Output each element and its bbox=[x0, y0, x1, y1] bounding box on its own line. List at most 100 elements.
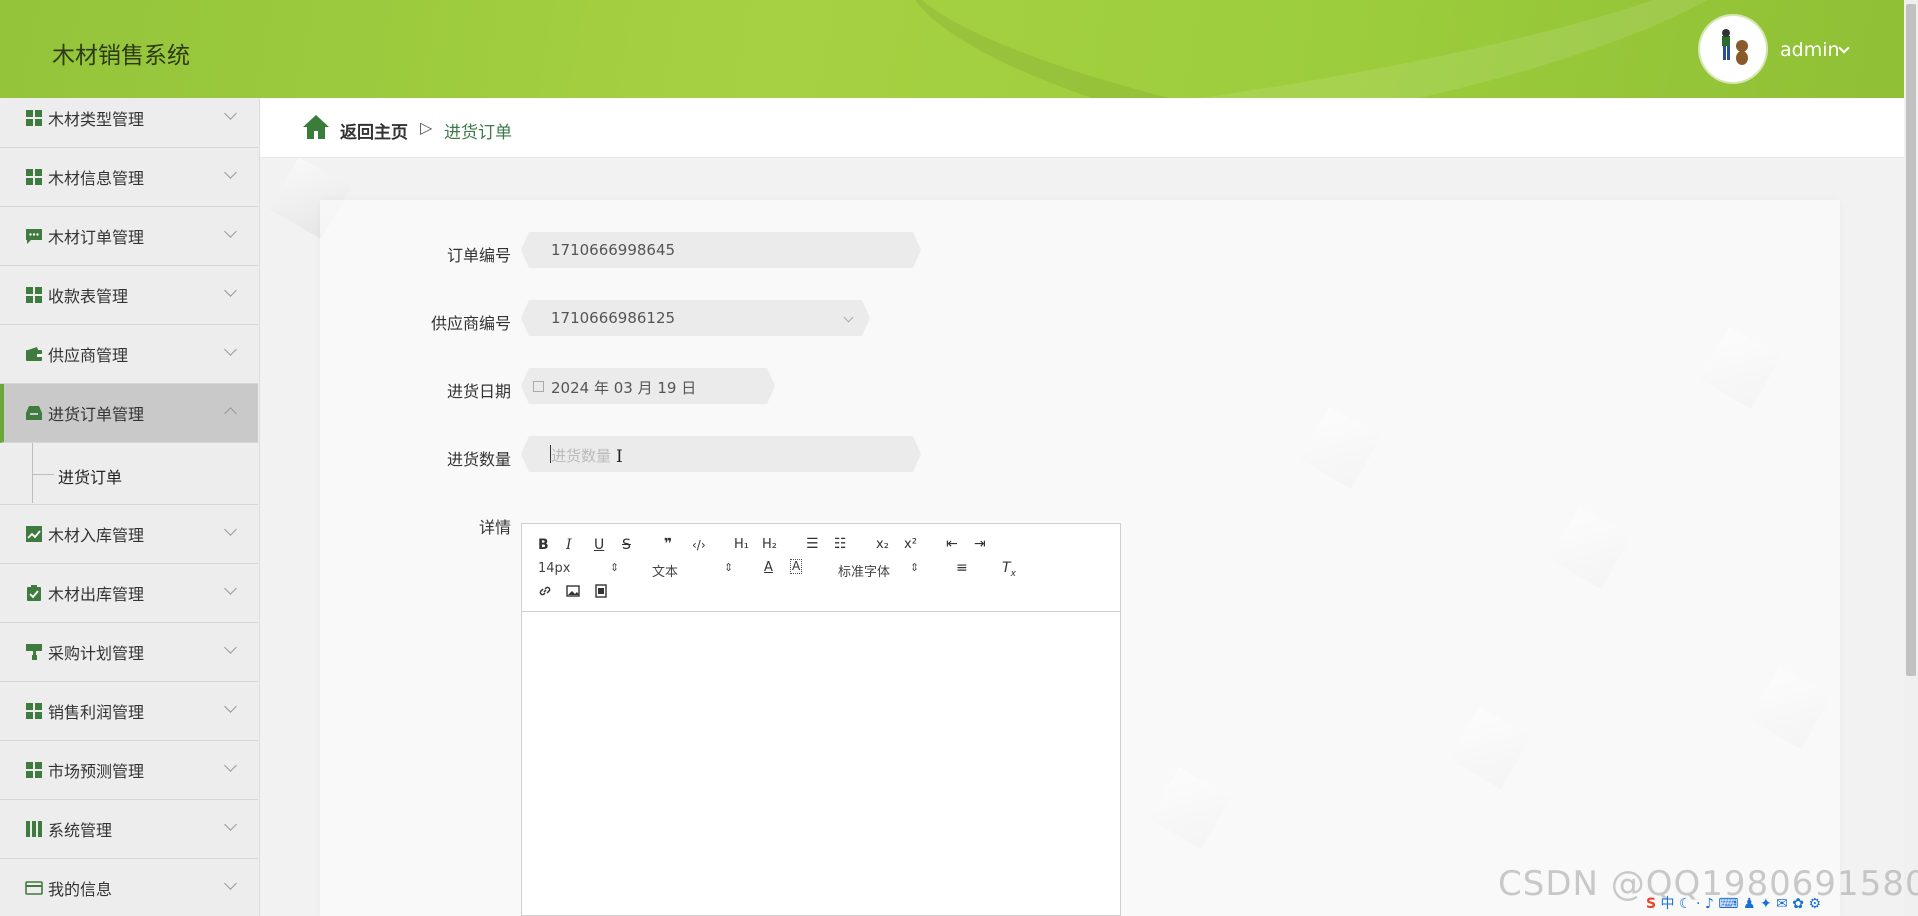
background-color-icon[interactable]: A bbox=[790, 559, 803, 574]
sidebar: 木材类型管理 木材信息管理 木材订单管理 收款表管理 供应商管理 进货订单管理 … bbox=[0, 98, 260, 916]
grid-icon bbox=[26, 762, 42, 778]
ime-toolbar[interactable]: S 中 ☾ · ♪ ⌨ ♟ ✦ ✉ ✿ ⚙ bbox=[1646, 893, 1904, 915]
sidebar-subitem-purchase-order[interactable]: 进货订单 bbox=[0, 443, 258, 505]
avatar[interactable] bbox=[1700, 16, 1766, 82]
link-icon[interactable] bbox=[538, 584, 552, 603]
chevron-down-icon bbox=[224, 523, 237, 536]
sidebar-item-system[interactable]: 系统管理 bbox=[0, 800, 258, 859]
rich-text-editor[interactable]: B I U S ❞ ‹/› H₁ H₂ ☰ ☷ x₂ x² ⇤ ⇥ 14px 文… bbox=[521, 523, 1121, 916]
paragraph-select[interactable]: 文本 bbox=[652, 561, 733, 580]
video-icon[interactable] bbox=[594, 584, 608, 603]
sidebar-item-label: 收款表管理 bbox=[48, 287, 129, 306]
chevron-down-icon bbox=[224, 641, 237, 654]
sidebar-item-sales-profit[interactable]: 销售利润管理 bbox=[0, 682, 258, 741]
sidebar-item-label: 我的信息 bbox=[48, 880, 113, 899]
chevron-down-icon bbox=[224, 107, 237, 120]
home-icon[interactable] bbox=[302, 114, 330, 140]
user-name[interactable]: admin bbox=[1780, 39, 1840, 61]
sidebar-item-label: 木材订单管理 bbox=[48, 228, 145, 247]
tree-line bbox=[32, 443, 33, 503]
chevron-down-icon bbox=[224, 759, 237, 772]
date-value: 2024 年 03 月 19 日 bbox=[551, 379, 697, 397]
sidebar-item-label: 采购计划管理 bbox=[48, 644, 145, 663]
order-no-value: 1710666998645 bbox=[551, 241, 676, 259]
sidebar-item-wood-type[interactable]: 木材类型管理 bbox=[0, 98, 258, 148]
quantity-input[interactable]: 进货数量 bbox=[521, 436, 921, 472]
italic-icon[interactable]: I bbox=[566, 536, 572, 554]
font-size-select[interactable]: 14px bbox=[538, 561, 618, 576]
sogou-icon: S bbox=[1646, 896, 1657, 912]
chevron-down-icon bbox=[224, 225, 237, 238]
sidebar-item-payment[interactable]: 收款表管理 bbox=[0, 266, 258, 325]
app-title: 木材销售系统 bbox=[52, 43, 190, 69]
sidebar-item-label: 木材入库管理 bbox=[48, 526, 145, 545]
quantity-placeholder: 进货数量 bbox=[551, 447, 612, 465]
inbox-icon bbox=[26, 406, 42, 420]
calendar-icon bbox=[533, 381, 544, 392]
text-cursor-icon: I bbox=[616, 447, 623, 467]
chat-icon bbox=[26, 229, 42, 244]
sidebar-item-wood-order[interactable]: 木材订单管理 bbox=[0, 207, 258, 266]
clear-format-icon[interactable]: Tx bbox=[1002, 559, 1016, 583]
font-color-icon[interactable]: A bbox=[764, 559, 773, 577]
indent-icon[interactable]: ⇥ bbox=[974, 535, 986, 553]
card-icon bbox=[25, 881, 43, 895]
sidebar-item-stock-in[interactable]: 木材入库管理 bbox=[0, 505, 258, 564]
bold-icon[interactable]: B bbox=[538, 536, 549, 554]
sidebar-item-purchase-plan[interactable]: 采购计划管理 bbox=[0, 623, 258, 682]
sidebar-item-label: 供应商管理 bbox=[48, 346, 129, 365]
breadcrumb-separator: ▷ bbox=[420, 118, 433, 137]
blockquote-icon[interactable]: ❞ bbox=[664, 535, 672, 553]
underline-icon[interactable]: U bbox=[594, 536, 604, 554]
superscript-icon[interactable]: x² bbox=[904, 536, 917, 554]
quantity-label: 进货数量 bbox=[446, 450, 511, 469]
grid-icon bbox=[26, 703, 42, 719]
chevron-down-icon bbox=[844, 313, 854, 323]
outdent-icon[interactable]: ⇤ bbox=[946, 535, 958, 553]
sidebar-item-market-forecast[interactable]: 市场预测管理 bbox=[0, 741, 258, 800]
code-icon[interactable]: ‹/› bbox=[692, 536, 706, 554]
image-icon[interactable] bbox=[566, 584, 580, 603]
chevron-down-icon bbox=[224, 166, 237, 179]
sidebar-subitem-label: 进货订单 bbox=[58, 468, 123, 487]
sidebar-item-label: 木材信息管理 bbox=[48, 169, 145, 188]
chevron-down-icon bbox=[224, 818, 237, 831]
breadcrumb-current: 进货订单 bbox=[444, 123, 512, 143]
order-no-field[interactable]: 1710666998645 bbox=[521, 232, 921, 268]
top-header bbox=[0, 0, 1918, 98]
breadcrumb-home-link[interactable]: 返回主页 bbox=[340, 118, 408, 143]
align-icon[interactable]: ≡ bbox=[956, 559, 968, 577]
ime-mode: 中 bbox=[1660, 896, 1675, 912]
bullet-list-icon[interactable]: ☷ bbox=[834, 535, 847, 553]
wallet-icon bbox=[26, 347, 42, 361]
columns-icon bbox=[26, 821, 42, 837]
sidebar-item-label: 销售利润管理 bbox=[48, 703, 145, 722]
heading1-icon[interactable]: H₁ bbox=[734, 536, 749, 554]
date-picker[interactable]: 2024 年 03 月 19 日 bbox=[521, 368, 775, 404]
strikethrough-icon[interactable]: S bbox=[622, 536, 631, 554]
supplier-no-value: 1710666986125 bbox=[551, 309, 676, 327]
chevron-down-icon bbox=[224, 582, 237, 595]
order-no-label: 订单编号 bbox=[446, 246, 511, 265]
supplier-no-select[interactable]: 1710666986125 bbox=[521, 300, 870, 336]
sidebar-item-wood-info[interactable]: 木材信息管理 bbox=[0, 148, 258, 207]
sidebar-item-label: 进货订单管理 bbox=[48, 405, 145, 424]
chevron-down-icon bbox=[224, 700, 237, 713]
sidebar-item-label: 系统管理 bbox=[48, 821, 113, 840]
scrollbar-thumb[interactable] bbox=[1906, 4, 1916, 676]
sidebar-item-supplier[interactable]: 供应商管理 bbox=[0, 325, 258, 384]
date-label: 进货日期 bbox=[446, 382, 511, 401]
supplier-no-label: 供应商编号 bbox=[430, 314, 511, 333]
heading2-icon[interactable]: H₂ bbox=[762, 536, 777, 554]
paint-roller-icon bbox=[26, 644, 42, 660]
sidebar-item-my-info[interactable]: 我的信息 bbox=[0, 859, 258, 916]
sidebar-item-purchase-order[interactable]: 进货订单管理 bbox=[0, 384, 258, 443]
details-label: 详情 bbox=[478, 518, 511, 537]
ordered-list-icon[interactable]: ☰ bbox=[806, 535, 819, 553]
font-family-select[interactable]: 标准字体 bbox=[838, 561, 919, 580]
sidebar-item-stock-out[interactable]: 木材出库管理 bbox=[0, 564, 258, 623]
subscript-icon[interactable]: x₂ bbox=[876, 536, 889, 554]
grid-icon bbox=[26, 110, 42, 126]
chart-icon bbox=[26, 526, 42, 542]
clipboard-icon bbox=[27, 585, 41, 601]
